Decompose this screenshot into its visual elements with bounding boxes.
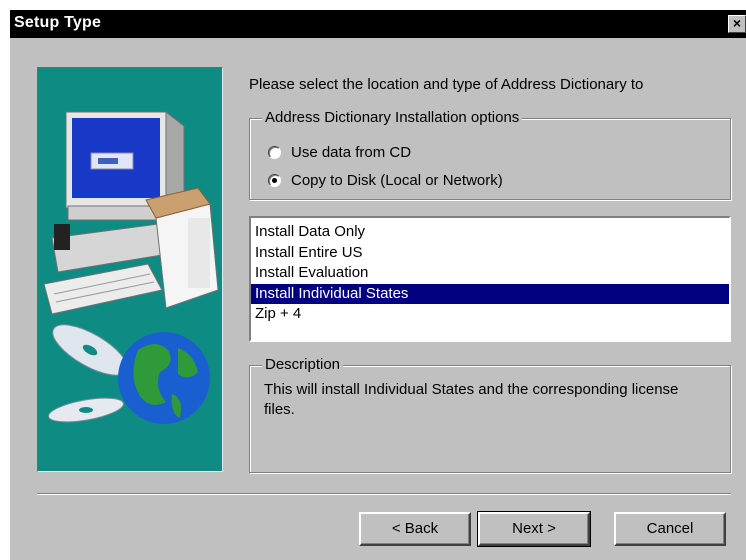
list-item-selected[interactable]: Install Individual States	[251, 283, 729, 304]
radio-label: Copy to Disk (Local or Network)	[291, 172, 503, 189]
cancel-button[interactable]: Cancel	[614, 512, 726, 546]
list-item[interactable]: Install Evaluation	[251, 263, 729, 284]
description-text: This will install Individual States and …	[264, 381, 679, 418]
window-title: Setup Type	[14, 14, 102, 31]
radio-button[interactable]	[268, 146, 281, 159]
install-type-listbox[interactable]: Install Data Only Install Entire US Inst…	[249, 216, 731, 342]
button-separator	[37, 493, 731, 495]
globe-icon	[118, 332, 210, 424]
radio-button[interactable]	[268, 174, 281, 187]
close-button[interactable]: ×	[728, 15, 746, 33]
setup-illustration	[43, 110, 219, 424]
installation-options-legend: Address Dictionary Installation options	[262, 109, 523, 126]
setup-artwork	[37, 67, 223, 472]
close-icon: ×	[732, 15, 742, 31]
list-item[interactable]: Zip + 4	[251, 304, 729, 325]
list-item[interactable]: Install Entire US	[251, 243, 729, 264]
list-item[interactable]: Install Data Only	[251, 222, 729, 243]
installation-options-group: Address Dictionary Installation options …	[249, 109, 731, 200]
radio-use-cd[interactable]: Use data from CD	[268, 144, 411, 161]
intro-text: Please select the location and type of A…	[249, 76, 644, 93]
radio-label: Use data from CD	[291, 144, 412, 161]
description-legend: Description	[262, 356, 344, 373]
description-group: Description This will install Individual…	[249, 356, 731, 473]
radio-copy-to-disk[interactable]: Copy to Disk (Local or Network)	[268, 172, 503, 189]
title-bar[interactable]: Setup Type ×	[10, 10, 746, 38]
setup-type-dialog: Setup Type × Please select the location …	[10, 10, 746, 560]
next-button[interactable]: Next >	[477, 511, 591, 547]
back-button[interactable]: < Back	[359, 512, 471, 546]
